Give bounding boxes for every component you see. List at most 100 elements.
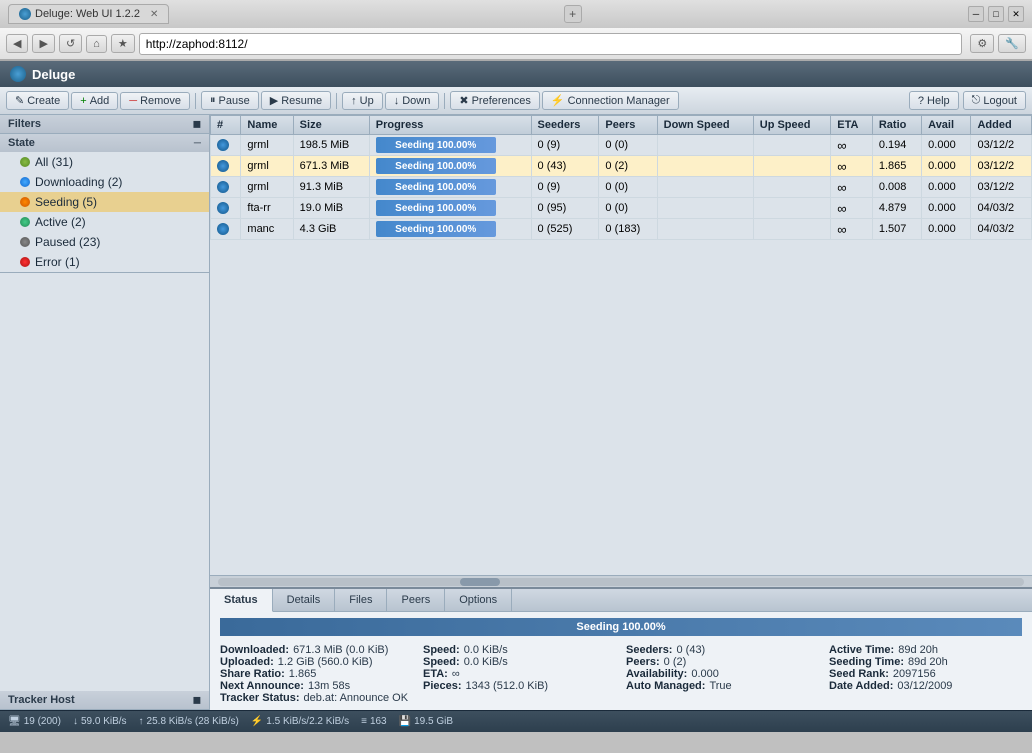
connection-manager-button[interactable]: ⚡ Connection Manager [542,91,679,110]
cell-up-speed [753,156,831,177]
horizontal-scrollbar[interactable] [210,575,1032,587]
browser-menu-button[interactable]: ⚙ [970,34,994,53]
browser-toolbar: ◀ ▶ ↺ ⌂ ★ ⚙ 🔧 [0,28,1032,60]
extensions-button[interactable]: 🔧 [998,34,1026,53]
resume-button[interactable]: ▶ Resume [261,91,331,110]
sidebar-item-paused[interactable]: Paused (23) [0,232,209,252]
date-added-row: Date Added: 03/12/2009 [829,680,1022,692]
cell-avail: 0.000 [922,135,971,156]
filters-collapse-icon[interactable]: ◼ [193,119,201,130]
tab-details[interactable]: Details [273,589,336,611]
cell-name: fta-rr [241,198,293,219]
items-count-icon: ≡ [361,716,367,727]
home-button[interactable]: ⌂ [86,35,107,53]
new-tab-button[interactable]: + [564,5,582,23]
cell-name: grml [241,135,293,156]
cell-hash [211,198,241,219]
downloaded-row: Downloaded: 671.3 MiB (0.0 KiB) [220,644,413,656]
detail-col-3: Seeders: 0 (43) Peers: 0 (2) Availabilit… [626,644,819,704]
uploaded-row: Uploaded: 1.2 GiB (560.0 KiB) [220,656,413,668]
cell-down-speed [657,198,753,219]
cell-eta: ∞ [831,156,873,177]
eta-value: ∞ [452,668,460,680]
minimize-button[interactable]: ─ [968,6,984,22]
help-icon: ? [918,95,924,107]
table-row[interactable]: grml 91.3 MiB Seeding 100.00% 0 (9) 0 (0… [211,177,1032,198]
sidebar-item-downloading[interactable]: Downloading (2) [0,172,209,192]
auto-managed-value: True [709,680,731,692]
seeders-value: 0 (43) [676,644,705,656]
col-avail[interactable]: Avail [922,116,971,135]
remove-button[interactable]: ─ Remove [120,92,190,110]
tab-options[interactable]: Options [445,589,512,611]
col-eta[interactable]: ETA [831,116,873,135]
state-collapse-icon[interactable]: ─ [194,138,201,149]
logout-icon: ⎋ [972,94,981,107]
preferences-button[interactable]: ✖ Preferences [450,91,540,110]
tab-status[interactable]: Status [210,589,273,612]
col-size[interactable]: Size [293,116,369,135]
col-peers[interactable]: Peers [599,116,657,135]
sidebar-item-active[interactable]: Active (2) [0,212,209,232]
error-status-icon [20,257,30,267]
active-time-row: Active Time: 89d 20h [829,644,1022,656]
forward-button[interactable]: ▶ [32,34,54,53]
table-row[interactable]: grml 671.3 MiB Seeding 100.00% 0 (43) 0 … [211,156,1032,177]
col-ratio[interactable]: Ratio [872,116,921,135]
col-down-speed[interactable]: Down Speed [657,116,753,135]
bookmark-button[interactable]: ★ [111,34,135,53]
tracker-collapse-icon[interactable]: ◼ [193,695,201,706]
up-button[interactable]: ↑ Up [342,92,383,110]
close-window-button[interactable]: ✕ [1008,6,1024,22]
cell-progress: Seeding 100.00% [369,219,531,240]
filters-section: Filters ◼ [0,115,209,134]
maximize-button[interactable]: □ [988,6,1004,22]
col-hash[interactable]: # [211,116,241,135]
tab-peers[interactable]: Peers [387,589,445,611]
cell-size: 19.0 MiB [293,198,369,219]
pieces-row: Pieces: 1343 (512.0 KiB) [423,680,616,692]
sidebar-item-all[interactable]: All (31) [0,152,209,172]
app-logo [10,66,26,82]
connections-icon: 🖥 [8,716,21,727]
cell-name: grml [241,177,293,198]
status-bar: 🖥 19 (200) ↓ 59.0 KiB/s ↑ 25.8 KiB/s (28… [0,710,1032,732]
col-added[interactable]: Added [971,116,1032,135]
cell-avail: 0.000 [922,198,971,219]
table-row[interactable]: grml 198.5 MiB Seeding 100.00% 0 (9) 0 (… [211,135,1032,156]
create-icon: ✎ [15,94,24,107]
create-button[interactable]: ✎ Create [6,91,69,110]
detail-panel: Status Details Files Peers Options Seedi… [210,587,1032,710]
help-button[interactable]: ? Help [909,91,959,110]
cell-ratio: 0.194 [872,135,921,156]
tab-close-icon[interactable]: ✕ [150,9,158,20]
down-button[interactable]: ↓ Down [385,92,440,110]
cell-down-speed [657,156,753,177]
seeding-time-value: 89d 20h [908,656,948,668]
logout-button[interactable]: ⎋ Logout [963,91,1026,110]
date-added-value: 03/12/2009 [897,680,952,692]
table-row[interactable]: fta-rr 19.0 MiB Seeding 100.00% 0 (95) 0… [211,198,1032,219]
seed-speed-icon: ⚡ [251,716,263,727]
sidebar-item-error[interactable]: Error (1) [0,252,209,272]
tab-files[interactable]: Files [335,589,387,611]
col-seeders[interactable]: Seeders [531,116,599,135]
col-progress[interactable]: Progress [369,116,531,135]
browser-chrome: Deluge: Web UI 1.2.2 ✕ + ─ □ ✕ ◀ ▶ ↺ ⌂ ★… [0,0,1032,61]
table-row[interactable]: manc 4.3 GiB Seeding 100.00% 0 (525) 0 (… [211,219,1032,240]
scrollbar-thumb[interactable] [460,578,500,586]
back-button[interactable]: ◀ [6,34,28,53]
add-button[interactable]: + Add [71,92,118,110]
col-name[interactable]: Name [241,116,293,135]
availability-row: Availability: 0.000 [626,668,819,680]
reload-button[interactable]: ↺ [59,34,82,53]
torrent-table-container[interactable]: # Name Size Progress Seeders Peers Down … [210,115,1032,575]
cell-eta: ∞ [831,135,873,156]
cell-ratio: 1.507 [872,219,921,240]
address-bar[interactable] [139,33,963,55]
sidebar-item-seeding[interactable]: Seeding (5) [0,192,209,212]
col-up-speed[interactable]: Up Speed [753,116,831,135]
cell-name: grml [241,156,293,177]
cell-avail: 0.000 [922,177,971,198]
pause-button[interactable]: ⏸ Pause [201,91,259,110]
